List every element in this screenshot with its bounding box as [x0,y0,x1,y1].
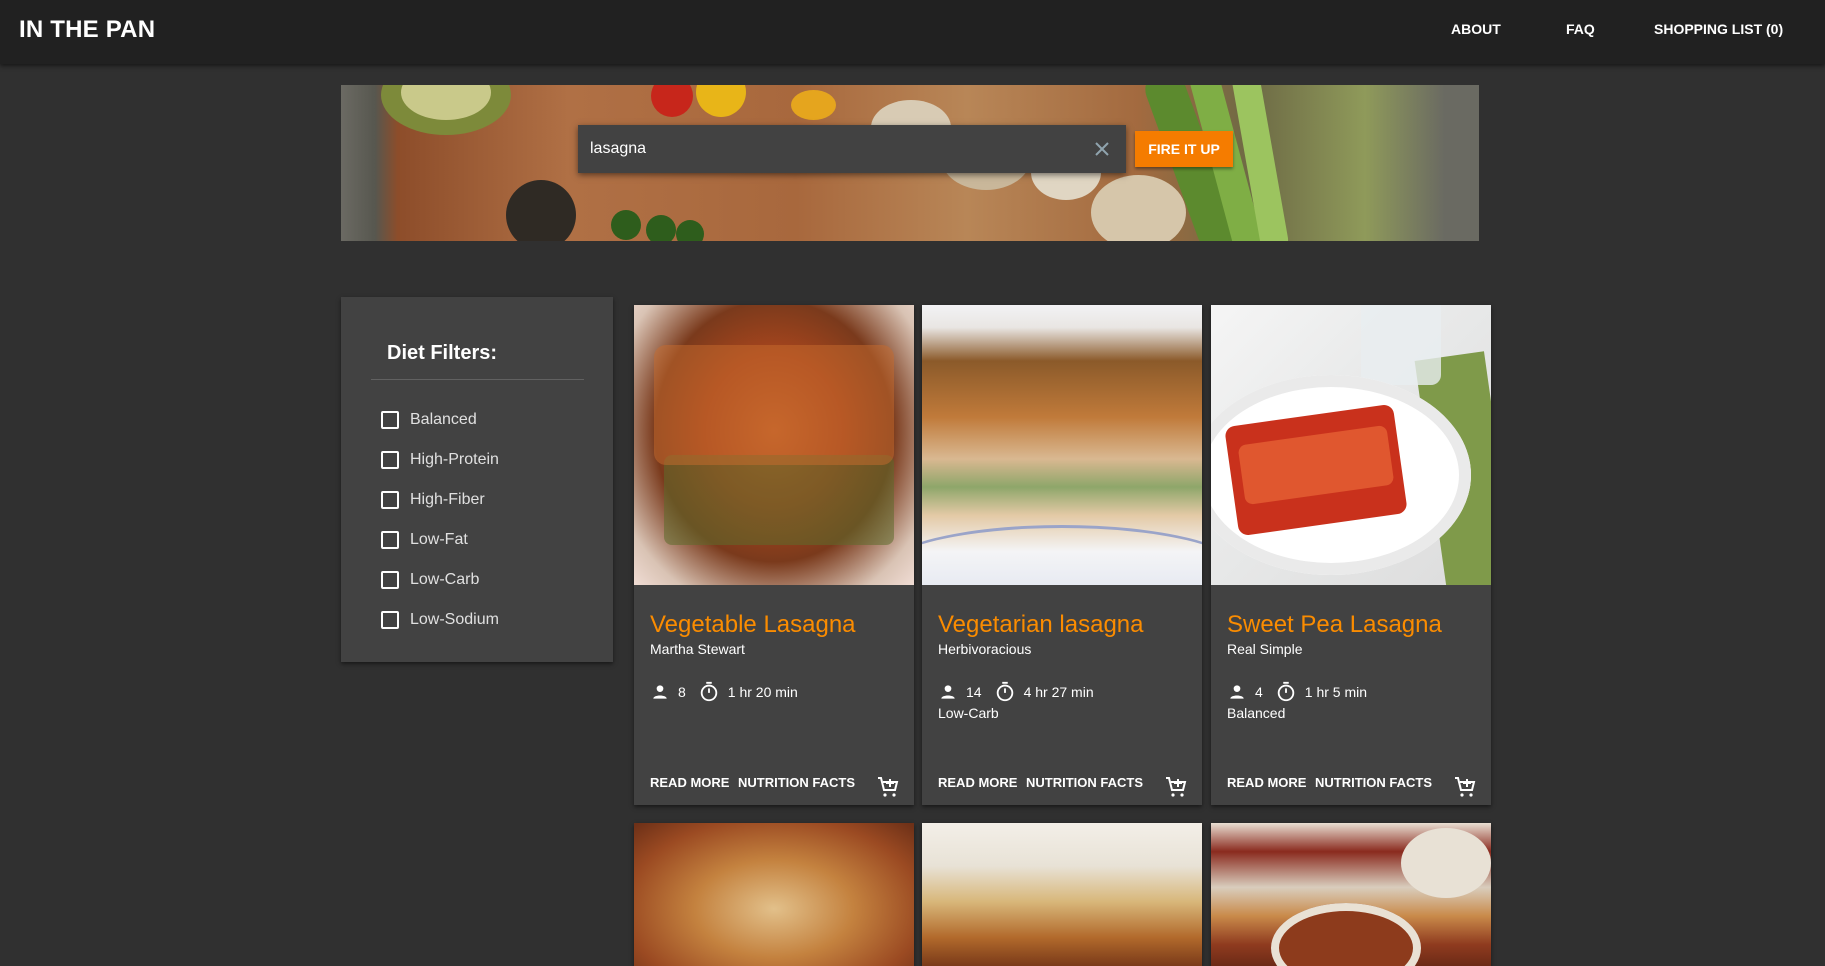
filter-label: Balanced [410,411,477,428]
nutrition-facts-button[interactable]: NUTRITION FACTS [738,775,855,790]
recipe-title[interactable]: Sweet Pea Lasagna [1227,611,1442,639]
recipe-image[interactable] [922,823,1202,966]
checkbox[interactable] [381,411,399,429]
nav-shopping-list[interactable]: SHOPPING LIST (0) [1654,21,1783,37]
filter-low-carb[interactable]: Low-Carb [381,568,479,592]
filter-label: Low-Sodium [410,611,499,628]
add-shopping-cart-icon[interactable] [1164,775,1188,799]
cook-time: 1 hr 5 min [1304,684,1368,700]
recipe-title[interactable]: Vegetable Lasagna [650,611,856,639]
read-more-button[interactable]: READ MORE [650,775,729,790]
filter-label: High-Protein [410,451,499,468]
servings-count: 8 [678,684,686,700]
filter-label: Low-Carb [410,571,480,588]
filter-low-sodium[interactable]: Low-Sodium [381,608,499,632]
search-input[interactable] [590,137,1070,161]
recipe-source: Real Simple [1227,641,1303,657]
recipe-card [634,823,914,966]
diet-filters-panel: Diet Filters: Balanced High-Protein High… [341,297,613,662]
recipe-image[interactable] [1211,823,1491,966]
servings-count: 14 [966,684,982,700]
filter-label: Low-Fat [410,531,468,548]
diet-label: Low-Carb [938,705,999,721]
recipe-card: Vegetable Lasagna Martha Stewart 8 1 hr … [634,305,914,805]
recipe-card: Sweet Pea Lasagna Real Simple 4 1 hr 5 m… [1211,305,1491,805]
recipe-image[interactable] [922,305,1202,585]
close-icon[interactable] [1090,137,1114,161]
checkbox[interactable] [381,451,399,469]
recipe-image[interactable] [634,823,914,966]
recipe-source: Martha Stewart [650,641,745,657]
divider [371,379,584,380]
recipe-meta: 8 1 hr 20 min [650,680,810,704]
recipe-meta: 14 4 hr 27 min [938,680,1106,704]
top-app-bar: IN THE PAN ABOUT FAQ SHOPPING LIST (0) [0,0,1825,64]
recipe-card: Vegetarian lasagna Herbivoracious 14 4 h… [922,305,1202,805]
recipe-image[interactable] [1211,305,1491,585]
person-icon [941,685,955,699]
recipe-meta: 4 1 hr 5 min [1227,680,1379,704]
filter-high-protein[interactable]: High-Protein [381,448,499,472]
timer-icon [700,681,718,702]
diet-label: Balanced [1227,705,1286,721]
recipe-source: Herbivoracious [938,641,1032,657]
checkbox[interactable] [381,571,399,589]
search-bar [578,125,1126,173]
timer-icon [996,681,1013,702]
filters-title: Diet Filters: [387,342,498,364]
recipe-title[interactable]: Vegetarian lasagna [938,611,1144,639]
recipe-card [922,823,1202,966]
checkbox[interactable] [381,611,399,629]
nutrition-facts-button[interactable]: NUTRITION FACTS [1315,775,1432,790]
person-icon [653,685,667,699]
filter-label: High-Fiber [410,491,485,508]
checkbox[interactable] [381,531,399,549]
timer-icon [1277,681,1295,702]
read-more-button[interactable]: READ MORE [1227,775,1306,790]
fire-it-up-button[interactable]: FIRE IT UP [1135,131,1233,167]
servings-count: 4 [1255,684,1263,700]
cook-time: 4 hr 27 min [1023,684,1094,700]
checkbox[interactable] [381,491,399,509]
cook-time: 1 hr 20 min [727,684,798,700]
filter-low-fat[interactable]: Low-Fat [381,528,468,552]
brand-title[interactable]: IN THE PAN [19,16,155,44]
filter-high-fiber[interactable]: High-Fiber [381,488,485,512]
recipe-image[interactable] [634,305,914,585]
read-more-button[interactable]: READ MORE [938,775,1017,790]
add-shopping-cart-icon[interactable] [1453,775,1477,799]
person-icon [1230,685,1244,699]
add-shopping-cart-icon[interactable] [876,775,900,799]
recipe-card [1211,823,1491,966]
nav-faq[interactable]: FAQ [1566,21,1595,37]
nav-about[interactable]: ABOUT [1451,21,1501,37]
filter-balanced[interactable]: Balanced [381,408,477,432]
nutrition-facts-button[interactable]: NUTRITION FACTS [1026,775,1143,790]
